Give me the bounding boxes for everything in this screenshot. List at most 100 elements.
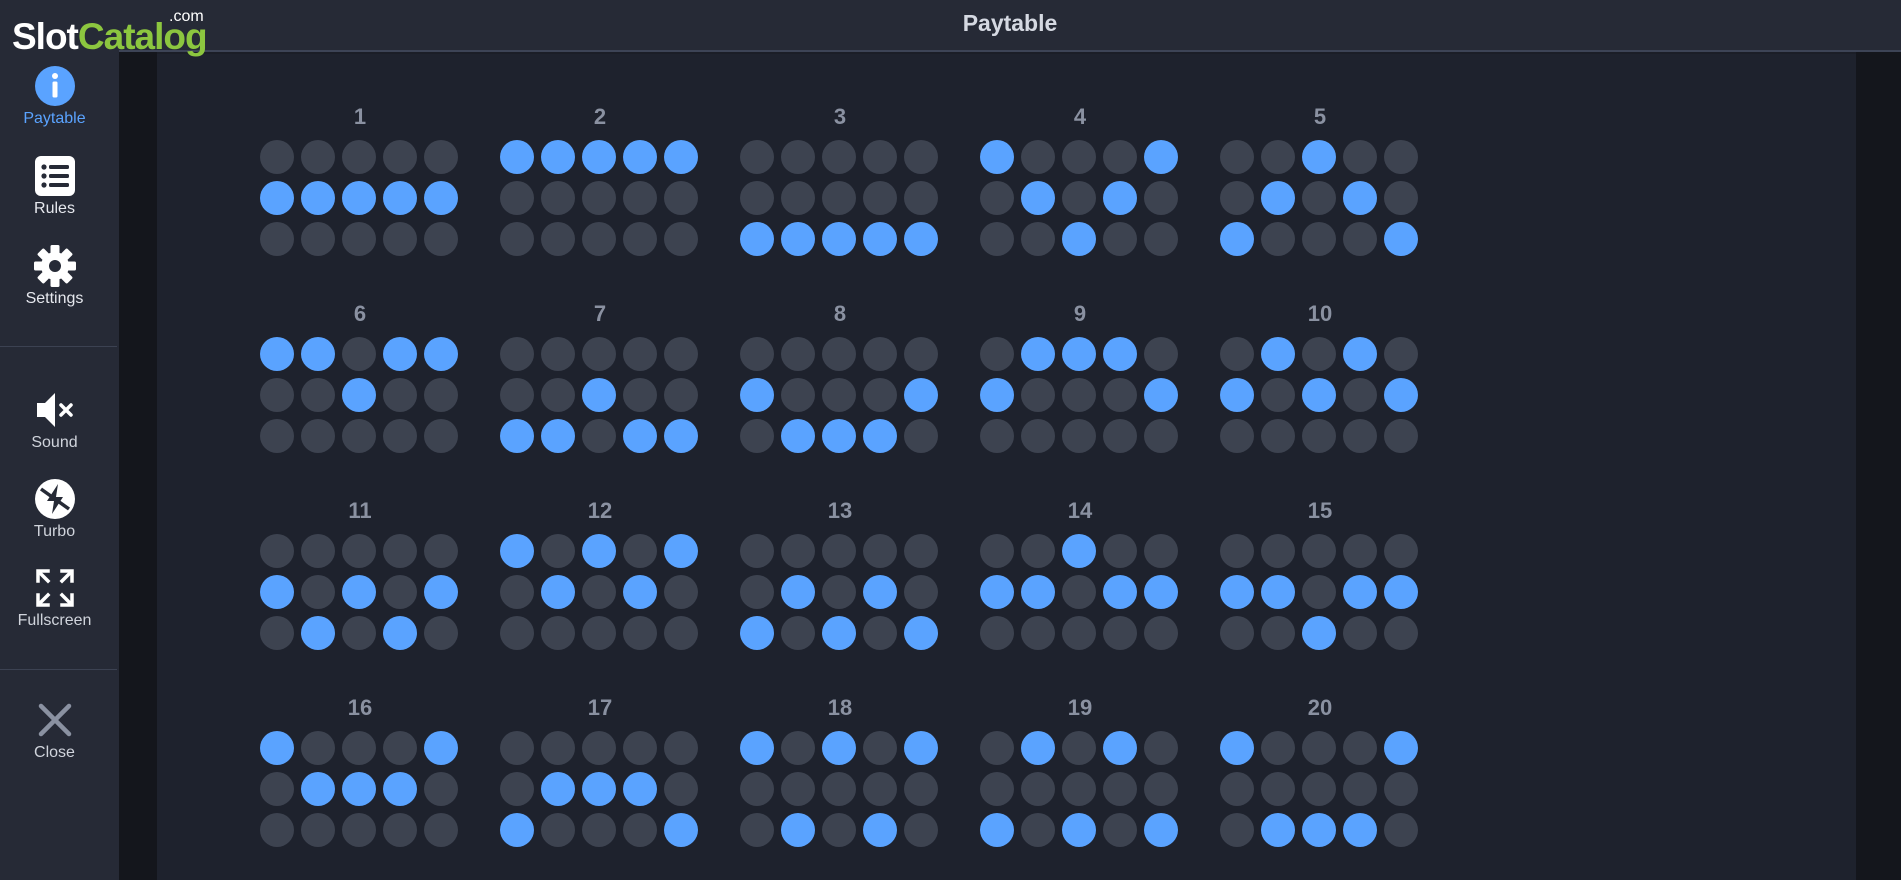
payline-dot — [582, 575, 616, 609]
sidebar-item-paytable[interactable]: Paytable — [0, 64, 109, 128]
payline-dot — [822, 378, 856, 412]
payline-dot-active — [1384, 731, 1418, 765]
sidebar-item-turbo[interactable]: Turbo — [0, 477, 109, 541]
sidebar-item-label: Fullscreen — [17, 612, 92, 629]
payline-dot — [1062, 378, 1096, 412]
payline-dot-active — [1220, 222, 1254, 256]
payline-dot — [1302, 731, 1336, 765]
payline-dot — [1220, 181, 1254, 215]
gear-icon — [33, 245, 76, 287]
payline-dot — [383, 731, 417, 765]
payline-dot-active — [541, 575, 575, 609]
payline-dot — [541, 181, 575, 215]
payline-dot-active — [1103, 731, 1137, 765]
payline-dot — [424, 378, 458, 412]
payline-dot — [1144, 772, 1178, 806]
payline-dot — [904, 419, 938, 453]
payline-dot-active — [1062, 534, 1096, 568]
payline-dot — [1220, 419, 1254, 453]
payline-dot — [664, 378, 698, 412]
payline-dot — [863, 731, 897, 765]
payline-dot-active — [1302, 616, 1336, 650]
payline-grid — [740, 534, 940, 656]
sidebar-item-label: Paytable — [23, 110, 86, 127]
payline-dot — [1220, 772, 1254, 806]
payline-dot — [342, 419, 376, 453]
payline-8: 8 — [740, 301, 940, 461]
sidebar-item-close[interactable]: Close — [0, 698, 109, 762]
payline-dot-active — [904, 616, 938, 650]
payline-dot-active — [383, 337, 417, 371]
payline-number: 3 — [833, 104, 847, 129]
right-gutter — [1856, 52, 1901, 880]
payline-3: 3 — [740, 104, 940, 264]
payline-10: 10 — [1220, 301, 1420, 461]
payline-dot-active — [822, 222, 856, 256]
payline-dot — [781, 140, 815, 174]
payline-number: 7 — [593, 301, 607, 326]
payline-dot — [863, 772, 897, 806]
payline-dot-active — [260, 731, 294, 765]
payline-dot-active — [781, 419, 815, 453]
sidebar-item-sound[interactable]: Sound — [0, 388, 109, 452]
list-icon — [34, 156, 75, 196]
payline-dot — [740, 419, 774, 453]
payline-dot-active — [1343, 813, 1377, 847]
sidebar-item-settings[interactable]: Settings — [0, 244, 109, 308]
payline-dot-active — [1261, 813, 1295, 847]
payline-dot — [904, 534, 938, 568]
payline-dot — [342, 616, 376, 650]
payline-dot — [424, 813, 458, 847]
payline-dot — [781, 731, 815, 765]
sidebar-item-label: Turbo — [33, 523, 76, 540]
payline-dot — [1261, 731, 1295, 765]
payline-dot — [664, 772, 698, 806]
page-title: Paytable — [962, 10, 1058, 36]
payline-dot — [822, 772, 856, 806]
payline-dot — [383, 222, 417, 256]
payline-dot — [1343, 534, 1377, 568]
payline-5: 5 — [1220, 104, 1420, 264]
payline-dot-active — [1062, 222, 1096, 256]
payline-dot — [500, 575, 534, 609]
payline-dot — [1220, 616, 1254, 650]
payline-number: 18 — [827, 695, 853, 720]
payline-dot — [541, 731, 575, 765]
payline-grid — [500, 534, 700, 656]
payline-dot-active — [1220, 575, 1254, 609]
payline-dot — [1103, 772, 1137, 806]
payline-number: 11 — [348, 498, 372, 523]
payline-17: 17 — [500, 695, 700, 855]
payline-dot-active — [664, 813, 698, 847]
payline-dot — [541, 616, 575, 650]
payline-dot — [582, 337, 616, 371]
payline-dot — [260, 140, 294, 174]
payline-dot-active — [260, 181, 294, 215]
payline-dot — [1261, 419, 1295, 453]
payline-dot — [822, 140, 856, 174]
payline-dot-active — [424, 575, 458, 609]
sidebar-item-fullscreen[interactable]: Fullscreen — [0, 566, 109, 630]
payline-grid — [740, 731, 940, 853]
payline-dot — [740, 813, 774, 847]
sidebar-item-rules[interactable]: Rules — [0, 154, 109, 218]
payline-dot — [383, 575, 417, 609]
payline-9: 9 — [980, 301, 1180, 461]
payline-dot — [1343, 731, 1377, 765]
payline-dot-active — [740, 731, 774, 765]
payline-dot-active — [1103, 337, 1137, 371]
payline-dot — [980, 772, 1014, 806]
payline-number: 16 — [347, 695, 373, 720]
payline-number: 8 — [833, 301, 847, 326]
payline-dot — [424, 140, 458, 174]
payline-dot — [1062, 616, 1096, 650]
payline-dot — [623, 378, 657, 412]
payline-grid — [260, 731, 460, 853]
payline-dot — [623, 337, 657, 371]
payline-dot — [740, 575, 774, 609]
payline-dot — [301, 731, 335, 765]
payline-dot — [342, 140, 376, 174]
payline-dot — [1021, 140, 1055, 174]
payline-dot-active — [1144, 575, 1178, 609]
payline-dot — [1384, 813, 1418, 847]
